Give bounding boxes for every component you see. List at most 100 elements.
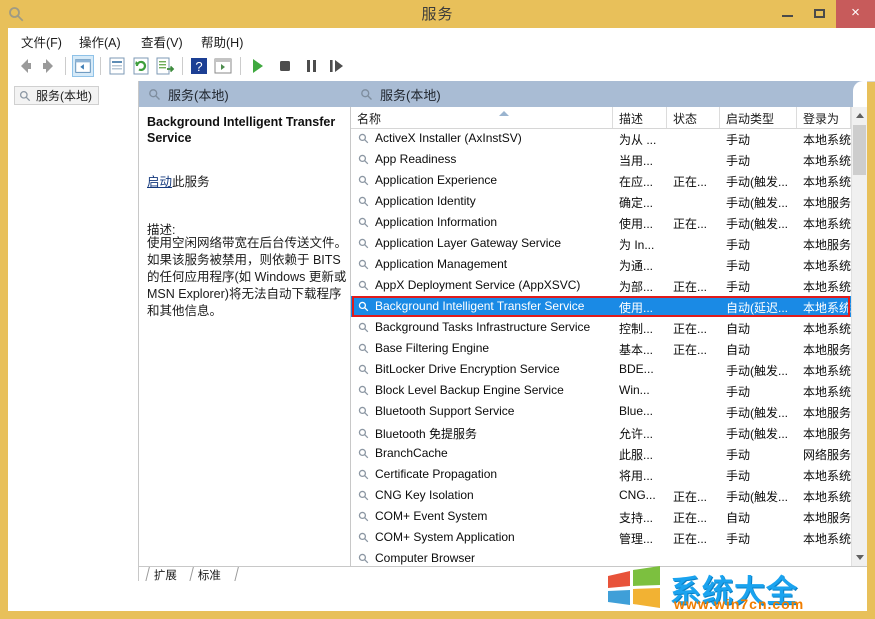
show-tree-icon[interactable] (72, 55, 94, 77)
table-row[interactable]: Base Filtering Engine 基本... 正在... 自动 本地服务 (351, 338, 851, 359)
service-logon-cell: 本地系统 (803, 259, 851, 273)
refresh-icon[interactable] (130, 55, 152, 77)
table-row[interactable]: Bluetooth 免提服务 允许... 手动(触发... 本地服务 (351, 422, 851, 443)
show-hide-icon[interactable] (212, 55, 234, 77)
forward-icon[interactable] (38, 55, 60, 77)
pause-service-icon[interactable] (300, 55, 322, 77)
list-pane-header: 服务(本地) (351, 81, 867, 107)
scroll-down-button[interactable] (852, 549, 867, 566)
table-row[interactable]: Application Information 使用... 正在... 手动(触发..… (351, 212, 851, 233)
tool-bar: ? (8, 51, 875, 82)
start-service-icon[interactable] (246, 55, 268, 77)
scrollbar-thumb[interactable] (853, 125, 866, 175)
table-row[interactable]: CNG Key Isolation CNG... 正在... 手动(触发... 本地系统 (351, 485, 851, 506)
services-gear-icon (358, 238, 369, 248)
service-description-cell: 为部... (619, 280, 654, 294)
table-row[interactable]: Application Identity 确定... 手动(触发... 本地服务 (351, 191, 851, 212)
service-logon-cell: 本地系统 (803, 175, 851, 189)
tab-standard[interactable]: 标准 (189, 567, 239, 582)
table-row[interactable]: Application Management 为通... 手动 本地系统 (351, 254, 851, 275)
column-header-description[interactable]: 描述 (613, 107, 667, 128)
service-startup-type-cell: 手动 (726, 385, 751, 399)
scroll-up-button[interactable] (852, 107, 867, 124)
table-row[interactable]: ActiveX Installer (AxInstSV) 为从 ... 手动 本地系统 (351, 128, 851, 149)
back-icon[interactable] (14, 55, 36, 77)
column-header-log-on-as[interactable]: 登录为 (797, 107, 851, 128)
menu-view[interactable]: 查看(V) (136, 31, 188, 52)
column-header-status[interactable]: 状态 (667, 107, 720, 128)
help-icon[interactable]: ? (188, 55, 210, 77)
service-description-cell: CNG... (619, 488, 656, 502)
service-name-label: Application Experience (375, 173, 498, 187)
table-row[interactable]: App Readiness 当用... 手动 本地系统 (351, 149, 851, 170)
table-row[interactable]: COM+ Event System 支持... 正在... 自动 本地服务 (351, 506, 851, 527)
service-name-cell: Application Experience (357, 173, 497, 187)
service-name-label: COM+ Event System (375, 509, 488, 523)
service-name-cell: Application Management (357, 257, 507, 271)
close-button[interactable]: × (836, 0, 875, 28)
table-row[interactable]: Application Experience 在应... 正在... 手动(触发...… (351, 170, 851, 191)
service-name-cell: Background Tasks Infrastructure Service (357, 320, 590, 334)
tree-node-services-local[interactable]: 服务(本地) (14, 86, 99, 105)
service-status-cell: 正在... (673, 175, 708, 189)
services-gear-icon (358, 322, 369, 332)
service-name-label: App Readiness (375, 152, 457, 166)
toolbar-separator (182, 57, 183, 75)
service-name-label: Bluetooth Support Service (375, 404, 515, 418)
menu-file[interactable]: 文件(F) (16, 31, 67, 52)
services-gear-icon (358, 301, 369, 311)
service-startup-type-cell: 手动 (726, 532, 751, 546)
table-row[interactable]: AppX Deployment Service (AppXSVC) 为部... 正在… (351, 275, 851, 296)
maximize-icon (814, 9, 825, 18)
service-logon-cell: 本地系统 (803, 469, 851, 483)
vertical-scrollbar[interactable] (851, 107, 867, 566)
service-logon-cell: 本地服务 (803, 406, 851, 420)
service-logon-cell: 本地服务 (803, 343, 851, 357)
table-row[interactable]: BitLocker Drive Encryption Service BDE...… (351, 359, 851, 380)
header-corner (853, 81, 867, 107)
table-row[interactable]: Block Level Backup Engine Service Win... 手… (351, 380, 851, 401)
service-name-label: Certificate Propagation (375, 467, 498, 481)
table-row[interactable]: BranchCache 此服... 手动 网络服务 (351, 443, 851, 464)
watermark-url: www.win7cn.com (674, 596, 805, 612)
service-name-label: Application Management (375, 257, 508, 271)
properties-icon[interactable] (106, 55, 128, 77)
menu-help[interactable]: 帮助(H) (196, 31, 248, 52)
service-logon-cell: 本地系统 (803, 133, 851, 147)
menu-action[interactable]: 操作(A) (74, 31, 126, 52)
table-row[interactable]: COM+ System Application 管理... 正在... 手动 本地系统 (351, 527, 851, 548)
column-header-name[interactable]: 名称 (351, 107, 613, 128)
service-logon-cell: 本地系统 (803, 364, 851, 378)
table-row[interactable]: Application Layer Gateway Service 为 In...… (351, 233, 851, 254)
services-gear-icon (358, 133, 369, 143)
service-startup-type-cell: 手动(触发... (726, 490, 788, 504)
service-logon-cell: 本地服务 (803, 511, 851, 525)
services-gear-icon (358, 280, 369, 290)
column-header-startup-type[interactable]: 启动类型 (720, 107, 797, 128)
minimize-icon (782, 15, 793, 17)
toolbar-separator (65, 57, 66, 75)
console-tree-pane: 服务(本地) (8, 81, 139, 581)
table-row[interactable]: Background Tasks Infrastructure Service 控… (351, 317, 851, 338)
services-gear-icon (358, 553, 369, 563)
minimize-button[interactable] (772, 0, 804, 28)
services-gear-icon (358, 448, 369, 458)
export-list-icon[interactable] (154, 55, 176, 77)
start-service-link[interactable]: 启动 (147, 175, 172, 189)
services-gear-icon (19, 90, 31, 101)
restart-service-icon[interactable] (325, 55, 347, 77)
service-status-cell: 正在... (673, 322, 708, 336)
table-row[interactable]: Background Intelligent Transfer Service 使… (351, 296, 851, 317)
service-description-cell: 使用... (619, 301, 654, 315)
table-row[interactable]: Computer Browser (351, 548, 851, 566)
tab-extended[interactable]: 扩展 (145, 567, 195, 582)
maximize-button[interactable] (804, 0, 836, 28)
service-description-cell: 当用... (619, 154, 654, 168)
svg-text:?: ? (195, 59, 202, 74)
stop-service-icon[interactable] (274, 55, 296, 77)
table-row[interactable]: Certificate Propagation 将用... 手动 本地系统 (351, 464, 851, 485)
services-gear-icon (358, 469, 369, 479)
service-description-cell: 为通... (619, 259, 654, 273)
table-row[interactable]: Bluetooth Support Service Blue... 手动(触发...… (351, 401, 851, 422)
service-description-cell: 允许... (619, 427, 654, 441)
